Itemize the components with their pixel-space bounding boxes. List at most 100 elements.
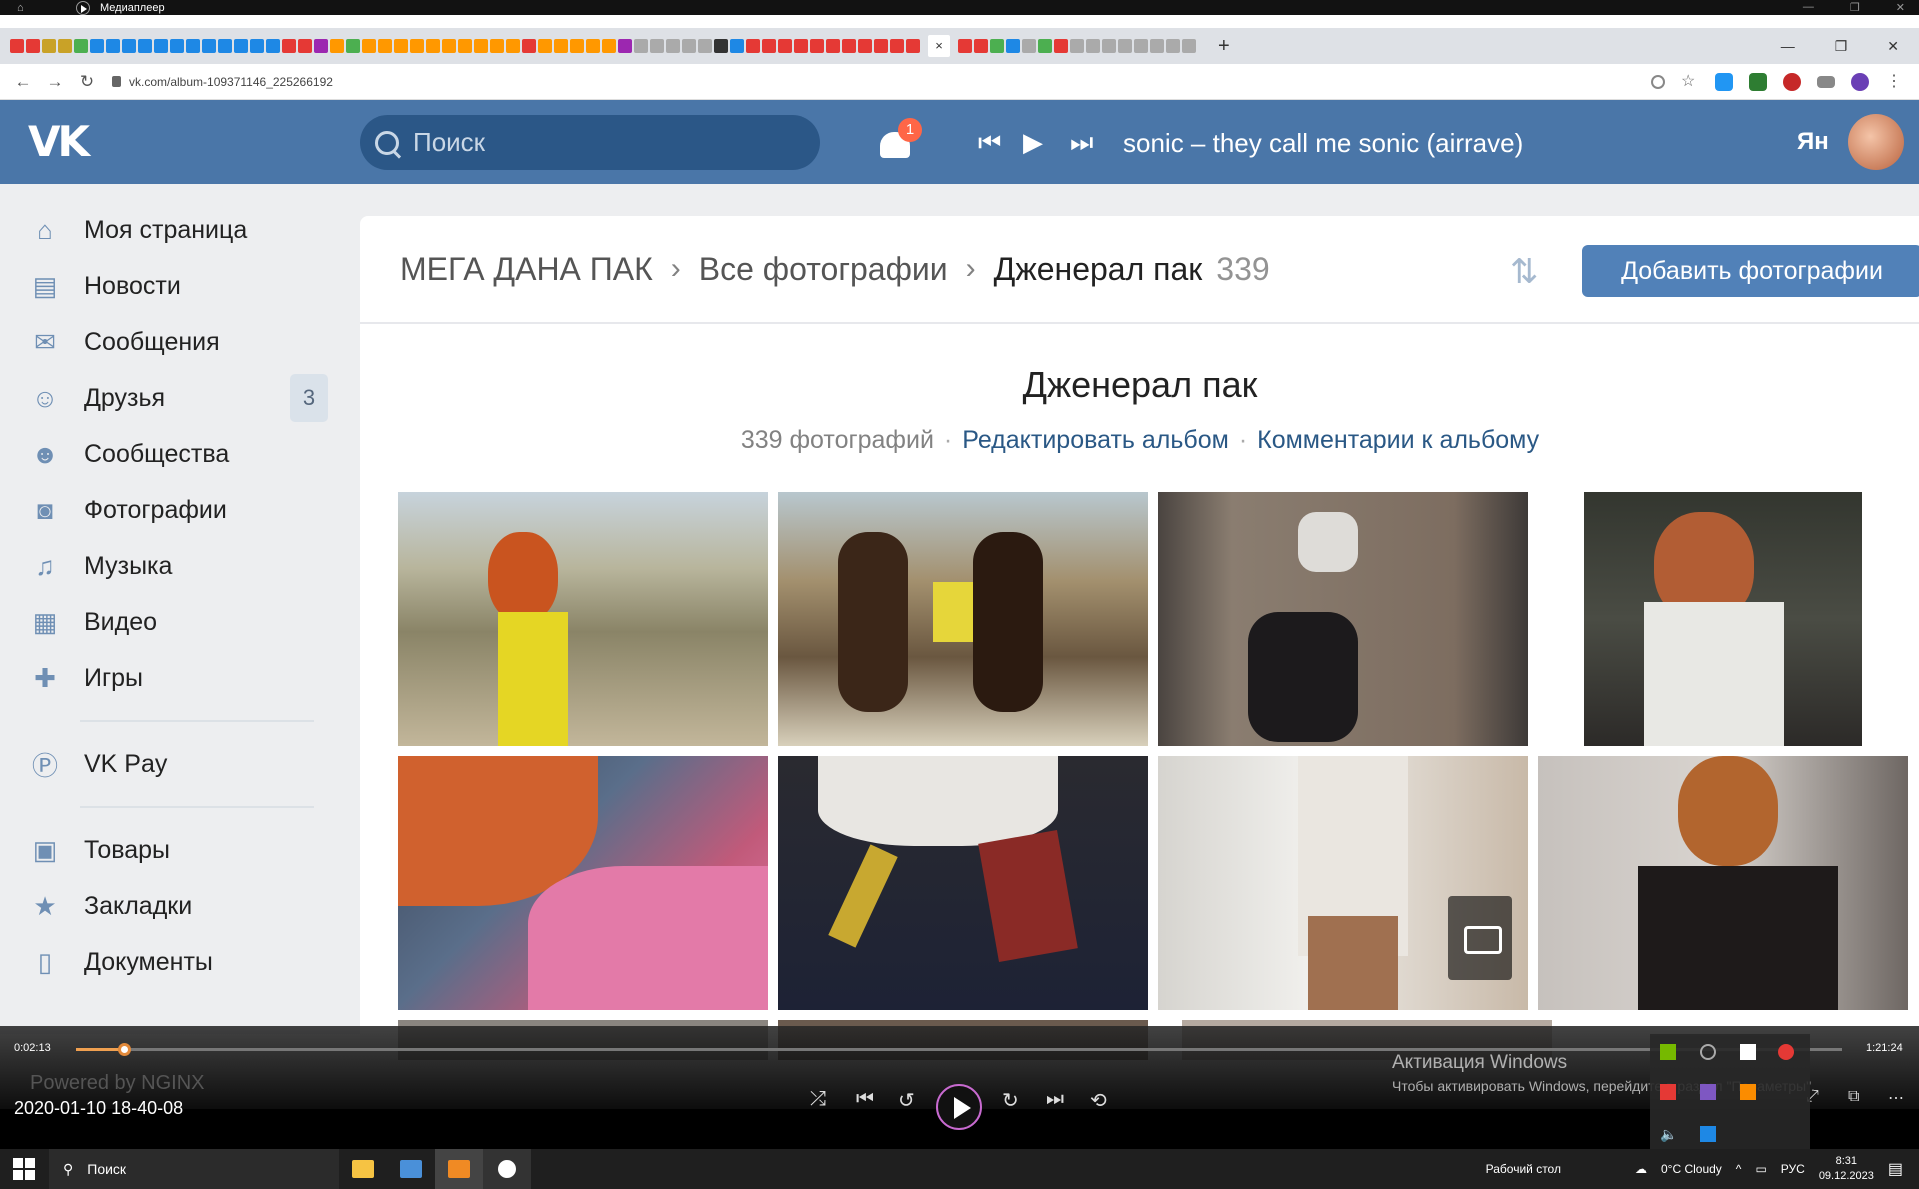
forward-arrow-icon[interactable]: →: [46, 72, 64, 92]
browser-tab[interactable]: [958, 39, 972, 53]
notifications-icon[interactable]: ▤: [1888, 1159, 1903, 1179]
browser-tab[interactable]: [1038, 39, 1052, 53]
weather-icon[interactable]: ☁: [1635, 1162, 1647, 1176]
album-photo[interactable]: [398, 756, 768, 1010]
extension-icon[interactable]: [1715, 72, 1733, 91]
browser-tab[interactable]: [346, 39, 360, 53]
browser-tab[interactable]: [1006, 39, 1020, 53]
new-tab-button[interactable]: +: [1218, 35, 1230, 58]
active-browser-tab[interactable]: ×: [928, 35, 950, 57]
zoom-icon[interactable]: [1651, 74, 1665, 89]
miniplayer-icon[interactable]: ⧉: [1848, 1088, 1859, 1106]
album-photo[interactable]: [1158, 492, 1528, 746]
browser-tab[interactable]: [586, 39, 600, 53]
search-box[interactable]: [360, 115, 820, 170]
battery-icon[interactable]: ▭: [1755, 1162, 1766, 1176]
browser-tab[interactable]: [634, 39, 648, 53]
browser-tab[interactable]: [282, 39, 296, 53]
sidebar-item[interactable]: ☺ Друзья 3: [28, 370, 328, 426]
browser-tab[interactable]: [1086, 39, 1100, 53]
browser-tab[interactable]: [442, 39, 456, 53]
browser-tab[interactable]: [362, 39, 376, 53]
seek-handle[interactable]: [117, 1043, 131, 1056]
browser-tab[interactable]: [106, 39, 120, 53]
browser-tab[interactable]: [714, 39, 728, 53]
browser-close-icon[interactable]: ✕: [1887, 38, 1899, 55]
browser-tab[interactable]: [1166, 39, 1180, 53]
browser-tab[interactable]: [1102, 39, 1116, 53]
browser-tab[interactable]: [1070, 39, 1084, 53]
browser-tab[interactable]: [554, 39, 568, 53]
browser-tab[interactable]: [58, 39, 72, 53]
browser-tab[interactable]: [218, 39, 232, 53]
sort-arrows-icon[interactable]: ⇅: [1510, 252, 1539, 292]
sidebar-item[interactable]: ⌂ Моя страница: [28, 202, 328, 258]
browser-tab[interactable]: [874, 39, 888, 53]
browser-tab[interactable]: [202, 39, 216, 53]
browser-tab[interactable]: [538, 39, 552, 53]
app-icon[interactable]: [387, 1149, 435, 1189]
browser-tab[interactable]: [122, 39, 136, 53]
browser-tab[interactable]: [474, 39, 488, 53]
sidebar-item[interactable]: ★ Закладки: [28, 878, 328, 934]
browser-tab[interactable]: [90, 39, 104, 53]
volume-icon[interactable]: 🔈: [1660, 1126, 1677, 1143]
browser-tab[interactable]: [250, 39, 264, 53]
browser-tab[interactable]: [314, 39, 328, 53]
browser-tab[interactable]: [858, 39, 872, 53]
user-name[interactable]: Ян: [1797, 128, 1829, 156]
browser-tab[interactable]: [170, 39, 184, 53]
app-icon[interactable]: [1740, 1084, 1756, 1100]
browser-tab[interactable]: [42, 39, 56, 53]
album-photo[interactable]: [1538, 756, 1908, 1010]
play-button[interactable]: [936, 1084, 982, 1130]
file-explorer-icon[interactable]: [339, 1149, 387, 1189]
sidebar-item[interactable]: ▦ Видео: [28, 594, 328, 650]
browser-tab[interactable]: [298, 39, 312, 53]
browser-tab[interactable]: [154, 39, 168, 53]
browser-tab[interactable]: [746, 39, 760, 53]
browser-tab[interactable]: [698, 39, 712, 53]
browser-tab[interactable]: [826, 39, 840, 53]
browser-tab[interactable]: [74, 39, 88, 53]
sidebar-item[interactable]: ☻ Сообщества: [28, 426, 328, 482]
browser-tab[interactable]: [1054, 39, 1068, 53]
now-playing-track[interactable]: sonic – they call me sonic (airrave): [1123, 128, 1523, 159]
album-photo[interactable]: [778, 492, 1148, 746]
browser-minimize-icon[interactable]: —: [1781, 38, 1795, 55]
browser-tab[interactable]: [410, 39, 424, 53]
browser-tab[interactable]: [458, 39, 472, 53]
more-icon[interactable]: ⋯: [1888, 1088, 1904, 1108]
app-icon[interactable]: [1700, 1084, 1716, 1100]
avatar[interactable]: [1848, 114, 1904, 170]
browser-tab[interactable]: [394, 39, 408, 53]
next-track-icon[interactable]: ⏭: [1070, 128, 1093, 156]
browser-tab[interactable]: [618, 39, 632, 53]
media-player-icon[interactable]: [483, 1149, 531, 1189]
album-photo[interactable]: [1584, 492, 1862, 746]
browser-tab[interactable]: [1150, 39, 1164, 53]
camera-icon[interactable]: [1448, 896, 1512, 980]
extension-icon[interactable]: [1783, 72, 1801, 91]
playlist-icon[interactable]: [1817, 75, 1835, 88]
browser-tab[interactable]: [682, 39, 696, 53]
browser-tab[interactable]: [1134, 39, 1148, 53]
minimize-icon[interactable]: —: [1803, 1, 1814, 14]
previous-icon[interactable]: ⏮: [856, 1088, 874, 1111]
browser-tab[interactable]: [234, 39, 248, 53]
next-icon[interactable]: ⏭: [1046, 1088, 1064, 1111]
play-icon[interactable]: ▶: [1023, 128, 1043, 156]
browser-tab[interactable]: [186, 39, 200, 53]
desktop-label[interactable]: Рабочий стол: [1486, 1162, 1561, 1176]
sidebar-item[interactable]: Ⓟ VK Pay: [28, 736, 328, 792]
browser-tab[interactable]: [890, 39, 904, 53]
browser-tab[interactable]: [778, 39, 792, 53]
notifications-bell-icon[interactable]: 1: [880, 118, 922, 160]
forward-30-icon[interactable]: ↻: [1002, 1088, 1019, 1113]
add-photos-button[interactable]: Добавить фотографии: [1582, 245, 1919, 297]
sidebar-item[interactable]: ▤ Новости: [28, 258, 328, 314]
browser-tab[interactable]: [842, 39, 856, 53]
bluetooth-icon[interactable]: [1700, 1126, 1716, 1142]
app-icon[interactable]: [1660, 1084, 1676, 1100]
close-icon[interactable]: ✕: [1896, 1, 1905, 14]
